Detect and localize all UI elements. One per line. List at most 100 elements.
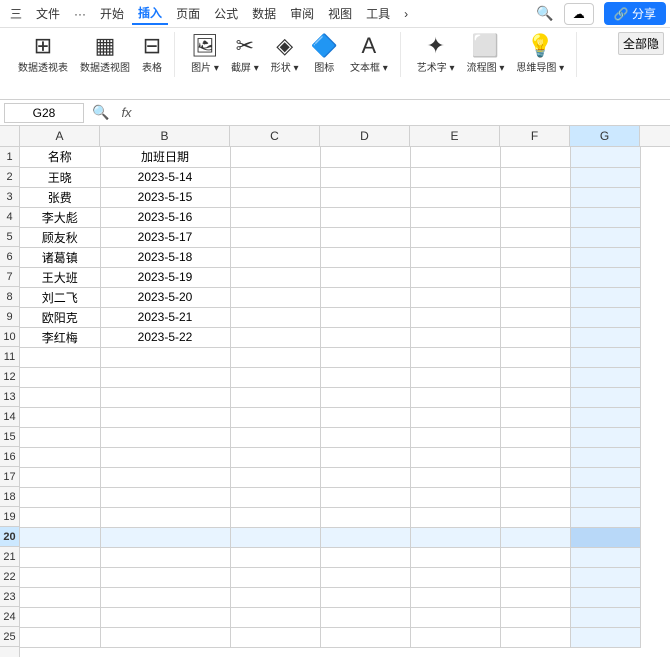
cell-c5[interactable] bbox=[230, 227, 320, 247]
row-num-6[interactable]: 6 bbox=[0, 247, 19, 267]
menu-data[interactable]: 数据 bbox=[246, 3, 282, 24]
cell-b8[interactable]: 2023-5-20 bbox=[100, 287, 230, 307]
cell-e6[interactable] bbox=[410, 247, 500, 267]
row-num-24[interactable]: 24 bbox=[0, 607, 19, 627]
row-num-1[interactable]: 1 bbox=[0, 147, 19, 167]
cell-c1[interactable] bbox=[230, 147, 320, 167]
menu-file[interactable]: 文件 bbox=[30, 3, 66, 24]
cell-f2[interactable] bbox=[500, 167, 570, 187]
menu-insert[interactable]: 插入 bbox=[132, 2, 168, 25]
row-num-10[interactable]: 10 bbox=[0, 327, 19, 347]
cell-g6[interactable] bbox=[570, 247, 640, 267]
cell-b4[interactable]: 2023-5-16 bbox=[100, 207, 230, 227]
cell-f5[interactable] bbox=[500, 227, 570, 247]
cell-c10[interactable] bbox=[230, 327, 320, 347]
cell-d6[interactable] bbox=[320, 247, 410, 267]
row-num-22[interactable]: 22 bbox=[0, 567, 19, 587]
cell-g2[interactable] bbox=[570, 167, 640, 187]
cell-c4[interactable] bbox=[230, 207, 320, 227]
ribbon-shape[interactable]: ◈ 形状 ▾ bbox=[267, 32, 303, 77]
col-header-e[interactable]: E bbox=[410, 126, 500, 146]
cell-reference-box[interactable] bbox=[4, 103, 84, 123]
cell-a8[interactable]: 刘二飞 bbox=[20, 287, 100, 307]
cell-b10[interactable]: 2023-5-22 bbox=[100, 327, 230, 347]
col-header-a[interactable]: A bbox=[20, 126, 100, 146]
cell-a7[interactable]: 王大班 bbox=[20, 267, 100, 287]
cell-g5[interactable] bbox=[570, 227, 640, 247]
row-num-9[interactable]: 9 bbox=[0, 307, 19, 327]
cell-e5[interactable] bbox=[410, 227, 500, 247]
ribbon-textbox[interactable]: A 文本框 ▾ bbox=[346, 32, 392, 77]
row-num-8[interactable]: 8 bbox=[0, 287, 19, 307]
cell-f4[interactable] bbox=[500, 207, 570, 227]
menu-formula[interactable]: 公式 bbox=[208, 3, 244, 24]
cell-a11[interactable] bbox=[20, 347, 100, 367]
cell-e4[interactable] bbox=[410, 207, 500, 227]
ribbon-icon-item[interactable]: 🔷 图标 bbox=[307, 32, 342, 77]
cell-c2[interactable] bbox=[230, 167, 320, 187]
cell-d2[interactable] bbox=[320, 167, 410, 187]
row-num-21[interactable]: 21 bbox=[0, 547, 19, 567]
cell-c9[interactable] bbox=[230, 307, 320, 327]
cell-f8[interactable] bbox=[500, 287, 570, 307]
row-num-11[interactable]: 11 bbox=[0, 347, 19, 367]
row-num-12[interactable]: 12 bbox=[0, 367, 19, 387]
menu-home[interactable]: 开始 bbox=[94, 3, 130, 24]
cell-c7[interactable] bbox=[230, 267, 320, 287]
row-num-14[interactable]: 14 bbox=[0, 407, 19, 427]
cell-b2[interactable]: 2023-5-14 bbox=[100, 167, 230, 187]
cell-b5[interactable]: 2023-5-17 bbox=[100, 227, 230, 247]
row-num-5[interactable]: 5 bbox=[0, 227, 19, 247]
row-num-18[interactable]: 18 bbox=[0, 487, 19, 507]
cell-d9[interactable] bbox=[320, 307, 410, 327]
cell-a10[interactable]: 李红梅 bbox=[20, 327, 100, 347]
cell-b6[interactable]: 2023-5-18 bbox=[100, 247, 230, 267]
row-num-2[interactable]: 2 bbox=[0, 167, 19, 187]
menu-view[interactable]: 视图 bbox=[322, 3, 358, 24]
cell-a5[interactable]: 顾友秋 bbox=[20, 227, 100, 247]
cell-g10[interactable] bbox=[570, 327, 640, 347]
cell-f6[interactable] bbox=[500, 247, 570, 267]
formula-input[interactable] bbox=[140, 103, 666, 123]
cell-g3[interactable] bbox=[570, 187, 640, 207]
cell-e3[interactable] bbox=[410, 187, 500, 207]
cell-b9[interactable]: 2023-5-21 bbox=[100, 307, 230, 327]
cell-b11[interactable] bbox=[100, 347, 230, 367]
cell-e9[interactable] bbox=[410, 307, 500, 327]
cell-g9[interactable] bbox=[570, 307, 640, 327]
row-num-7[interactable]: 7 bbox=[0, 267, 19, 287]
cell-g1[interactable] bbox=[570, 147, 640, 167]
ribbon-mindmap[interactable]: 💡 思维导图 ▾ bbox=[512, 32, 568, 77]
cell-a3[interactable]: 张费 bbox=[20, 187, 100, 207]
ribbon-wordart[interactable]: ✦ 艺术字 ▾ bbox=[413, 32, 459, 77]
cell-a9[interactable]: 欧阳克 bbox=[20, 307, 100, 327]
col-header-c[interactable]: C bbox=[230, 126, 320, 146]
menu-hamburger[interactable]: 三 bbox=[4, 3, 28, 24]
cell-c3[interactable] bbox=[230, 187, 320, 207]
cell-g7[interactable] bbox=[570, 267, 640, 287]
row-num-20[interactable]: 20 bbox=[0, 527, 19, 547]
cell-d1[interactable] bbox=[320, 147, 410, 167]
cell-a1[interactable]: 名称 bbox=[20, 147, 100, 167]
col-header-d[interactable]: D bbox=[320, 126, 410, 146]
cloud-button[interactable]: ☁ bbox=[564, 3, 594, 25]
row-num-15[interactable]: 15 bbox=[0, 427, 19, 447]
cell-d3[interactable] bbox=[320, 187, 410, 207]
cell-d10[interactable] bbox=[320, 327, 410, 347]
cell-a4[interactable]: 李大彪 bbox=[20, 207, 100, 227]
cell-g4[interactable] bbox=[570, 207, 640, 227]
search-icon[interactable]: 🔍 bbox=[532, 3, 557, 24]
menu-more[interactable]: ··· bbox=[68, 5, 92, 23]
ribbon-expand-button[interactable]: 全部隐 bbox=[618, 32, 664, 55]
row-num-25[interactable]: 25 bbox=[0, 627, 19, 647]
menu-expand[interactable]: › bbox=[398, 5, 414, 23]
share-button[interactable]: 🔗 分享 bbox=[604, 2, 666, 25]
cell-f10[interactable] bbox=[500, 327, 570, 347]
col-header-b[interactable]: B bbox=[100, 126, 230, 146]
cell-d7[interactable] bbox=[320, 267, 410, 287]
col-header-f[interactable]: F bbox=[500, 126, 570, 146]
cell-c8[interactable] bbox=[230, 287, 320, 307]
ribbon-screenshot[interactable]: ✂ 截屏 ▾ bbox=[227, 32, 263, 77]
cell-f7[interactable] bbox=[500, 267, 570, 287]
cell-e1[interactable] bbox=[410, 147, 500, 167]
